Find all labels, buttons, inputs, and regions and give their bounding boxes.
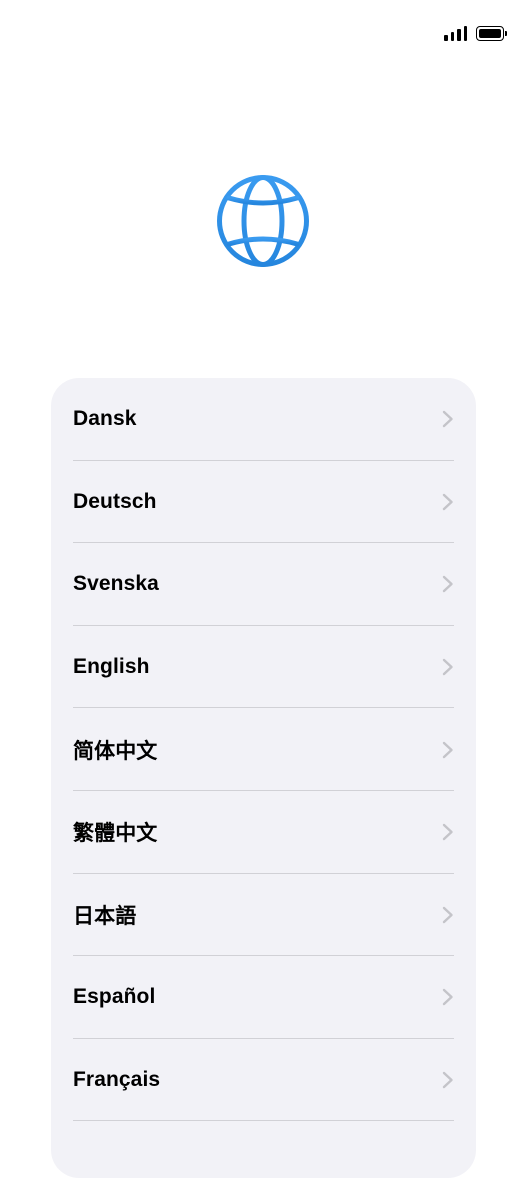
language-label: 简体中文: [73, 739, 158, 763]
chevron-right-icon: [442, 824, 453, 841]
globe-icon: [217, 175, 309, 267]
language-label: Français: [73, 1068, 161, 1092]
language-row-traditional-chinese[interactable]: 繁體中文: [73, 791, 476, 874]
language-label: English: [73, 655, 150, 679]
chevron-right-icon: [442, 741, 453, 758]
language-row-spanish[interactable]: Español: [73, 956, 476, 1039]
language-label: Español: [73, 985, 156, 1009]
battery-icon: [476, 25, 507, 41]
language-label: 日本語: [73, 904, 137, 928]
status-bar: [444, 22, 507, 44]
language-list: Dansk Deutsch Svenska English 简体中文 繁體中文 …: [51, 378, 476, 1178]
chevron-right-icon: [442, 411, 453, 428]
chevron-right-icon: [442, 906, 453, 924]
language-label: Svenska: [73, 572, 159, 596]
language-row-simplified-chinese[interactable]: 简体中文: [73, 708, 476, 791]
language-row-japanese[interactable]: 日本語: [73, 874, 476, 957]
language-label: 繁體中文: [73, 822, 158, 846]
chevron-right-icon: [442, 658, 453, 676]
language-row-deutsch[interactable]: Deutsch: [73, 461, 476, 544]
chevron-right-icon: [442, 1071, 453, 1089]
cellular-signal-icon: [444, 25, 467, 41]
chevron-right-icon: [442, 989, 453, 1006]
language-row-svenska[interactable]: Svenska: [73, 543, 476, 626]
language-row-dansk[interactable]: Dansk: [73, 378, 476, 461]
language-label: Dansk: [73, 407, 137, 431]
chevron-right-icon: [442, 493, 453, 511]
chevron-right-icon: [442, 576, 453, 593]
language-row-english[interactable]: English: [73, 626, 476, 709]
language-row-french[interactable]: Français: [73, 1039, 476, 1122]
language-label: Deutsch: [73, 489, 157, 513]
